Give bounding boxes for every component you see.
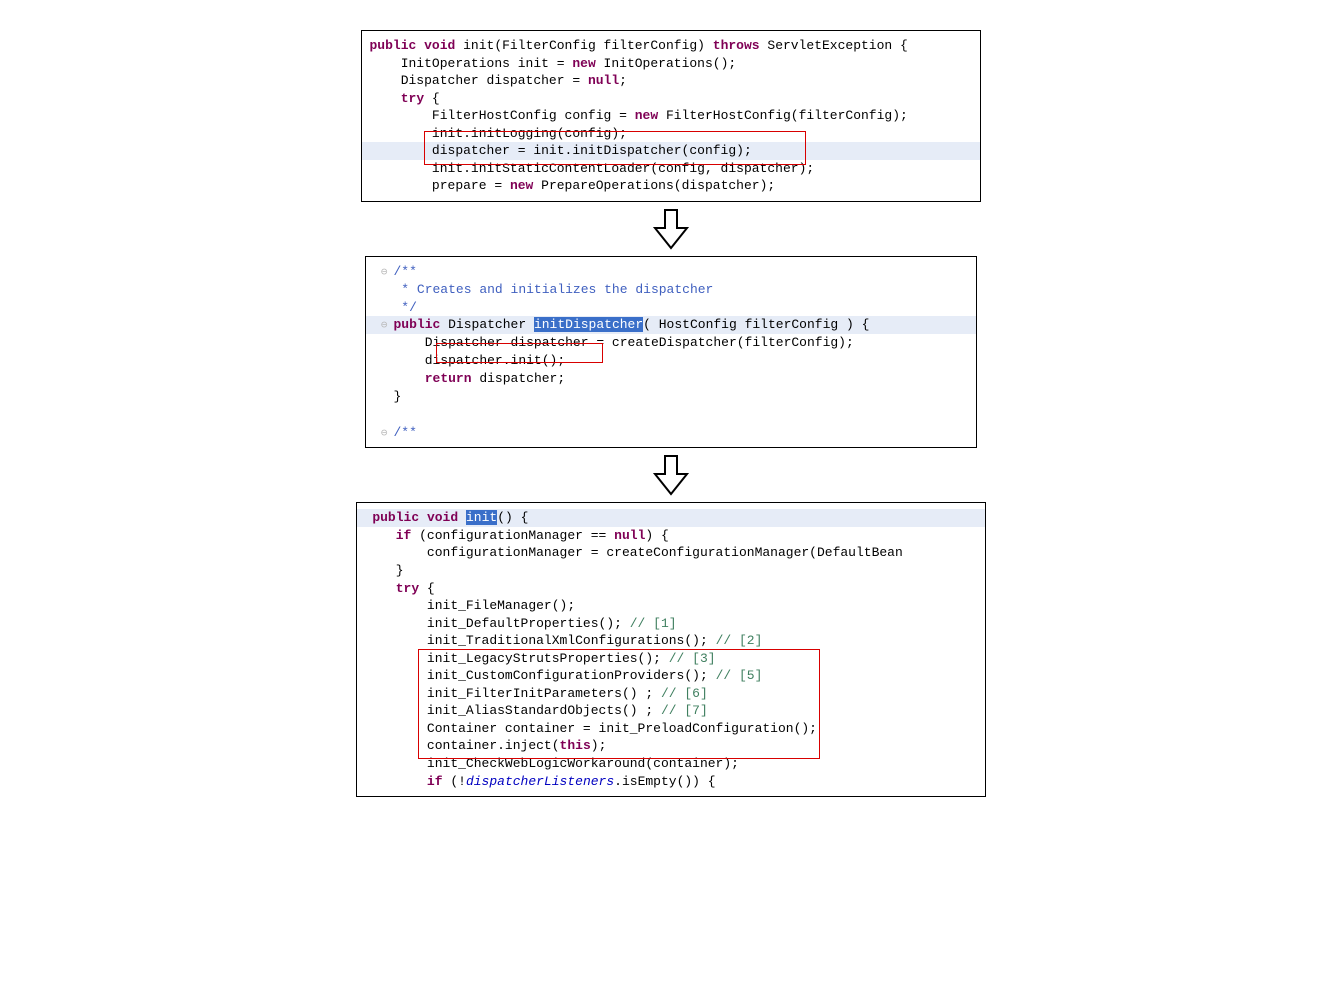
code-line: dispatcher.init(); [366,352,968,370]
code-line: init_LegacyStrutsProperties(); // [3] [365,650,977,668]
arrow-down-icon [651,208,691,250]
code-line: if (!dispatcherListeners.isEmpty()) { [365,773,977,791]
code-box-2: ⊖/** * Creates and initializes the dispa… [365,256,977,448]
code-line: return dispatcher; [366,370,968,388]
code-line-highlight: public void init() { [357,509,985,527]
code-line: init_CustomConfigurationProviders(); // … [365,667,977,685]
code-line: Dispatcher dispatcher = createDispatcher… [366,334,968,352]
code-line: Dispatcher dispatcher = null; [370,72,972,90]
code-box-1: public void init(FilterConfig filterConf… [361,30,981,202]
code-line: Container container = init_PreloadConfig… [365,720,977,738]
code-line: init_FilterInitParameters() ; // [6] [365,685,977,703]
code-line: container.inject(this); [365,737,977,755]
code-line: try { [370,90,972,108]
code-line: try { [365,580,977,598]
code-line: ⊖/** [366,424,968,442]
code-line: } [365,562,977,580]
code-line-highlight: ⊖public Dispatcher initDispatcher( HostC… [366,316,976,334]
code-line: */ [366,299,968,317]
code-line: if (configurationManager == null) { [365,527,977,545]
code-line: } [366,388,968,406]
code-line: FilterHostConfig config = new FilterHost… [370,107,972,125]
code-line: init_CheckWebLogicWorkaround(container); [365,755,977,773]
code-line: init_TraditionalXmlConfigurations(); // … [365,632,977,650]
code-line: configurationManager = createConfigurati… [365,544,977,562]
code-line: init_DefaultProperties(); // [1] [365,615,977,633]
code-line-highlight: dispatcher = init.initDispatcher(config)… [362,142,980,160]
code-line: init_FileManager(); [365,597,977,615]
code-line: init.initStaticContentLoader(config, dis… [370,160,972,178]
code-line: public void init(FilterConfig filterConf… [370,37,972,55]
code-box-3: public void init() { if (configurationMa… [356,502,986,797]
code-line: prepare = new PrepareOperations(dispatch… [370,177,972,195]
code-line: InitOperations init = new InitOperations… [370,55,972,73]
code-line: * Creates and initializes the dispatcher [366,281,968,299]
code-line: ⊖/** [366,263,968,281]
code-line [366,406,968,424]
arrow-down-icon [651,454,691,496]
code-line: init.initLogging(config); [370,125,972,143]
code-line: init_AliasStandardObjects() ; // [7] [365,702,977,720]
